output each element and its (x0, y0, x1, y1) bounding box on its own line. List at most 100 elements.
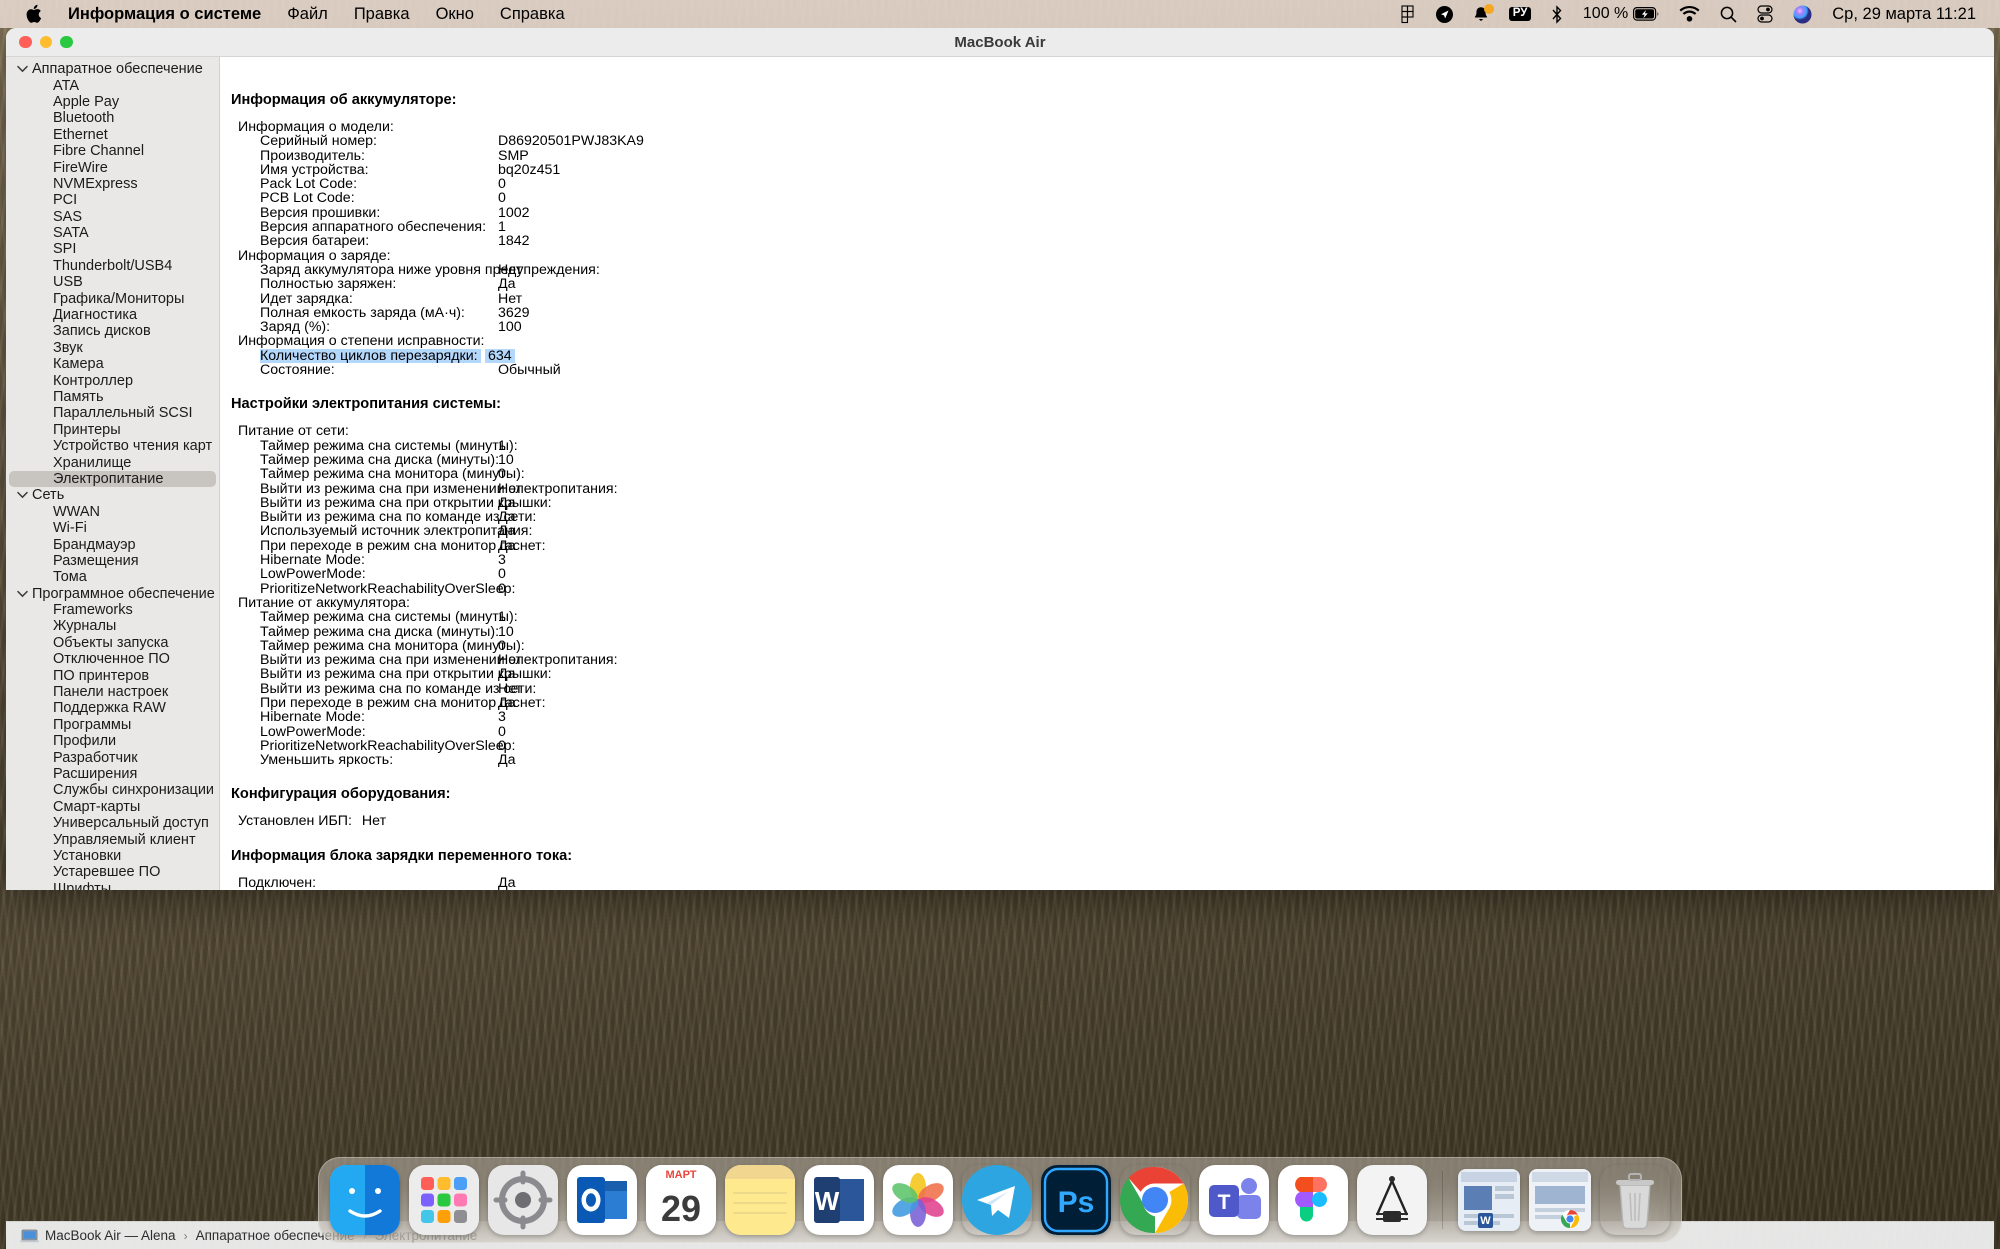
info-row[interactable]: При переходе в режим сна монитор гаснет:… (220, 538, 1994, 553)
chevron-down-icon[interactable] (16, 63, 29, 76)
sidebar-item-профили[interactable]: Профили (6, 733, 219, 749)
info-row[interactable]: Выйти из режима сна при открытии крышки:… (220, 496, 1994, 511)
info-row[interactable]: Установлен ИБП: Нет (220, 814, 1994, 829)
breadcrumb-item-device[interactable]: MacBook Air — Alena (20, 1228, 176, 1243)
menubar-clock[interactable]: Ср, 29 марта 11:21 (1822, 0, 1986, 28)
sidebar-item-объекты-запуска[interactable]: Объекты запуска (6, 635, 219, 651)
info-row[interactable]: Версия батареи: 1842 (220, 234, 1994, 249)
dock-item-circuit-app[interactable] (1357, 1165, 1427, 1235)
sidebar-item-универсальный-доступ[interactable]: Универсальный доступ (6, 815, 219, 831)
battery-status[interactable]: 100 % (1573, 0, 1669, 28)
sidebar-item-устаревшее-по[interactable]: Устаревшее ПО (6, 864, 219, 880)
info-row[interactable]: Версия прошивки: 1002 (220, 205, 1994, 220)
sidebar-item-установки[interactable]: Установки (6, 848, 219, 864)
info-row[interactable]: Выйти из режима сна при открытии крышки:… (220, 667, 1994, 682)
menu-app-name[interactable]: Информация о системе (55, 0, 274, 28)
info-row[interactable]: Таймер режима сна системы (минуты): 1 (220, 610, 1994, 625)
info-row[interactable]: PrioritizeNetworkReachabilityOverSleep: 0 (220, 739, 1994, 754)
info-row[interactable]: Заряд аккумулятора ниже уровня предупреж… (220, 263, 1994, 278)
info-row[interactable]: Hibernate Mode: 3 (220, 553, 1994, 568)
sidebar-item-wi-fi[interactable]: Wi-Fi (6, 520, 219, 536)
info-row[interactable]: PCB Lot Code: 0 (220, 191, 1994, 206)
sidebar-item-устройство-чтения-карт[interactable]: Устройство чтения карт (6, 438, 219, 454)
sidebar-item-ethernet[interactable]: Ethernet (6, 127, 219, 143)
sidebar-item-камера[interactable]: Камера (6, 356, 219, 372)
search-icon[interactable] (1710, 0, 1747, 28)
info-row[interactable]: Состояние: Обычный (220, 363, 1994, 378)
sidebar-item-ata[interactable]: ATA (6, 77, 219, 94)
info-row[interactable]: Производитель: SMP (220, 148, 1994, 163)
info-row[interactable]: Полностью заряжен: Да (220, 277, 1994, 292)
sidebar-item-журналы[interactable]: Журналы (6, 618, 219, 634)
sidebar-item-thunderbolt-usb4[interactable]: Thunderbolt/USB4 (6, 258, 219, 274)
sidebar[interactable]: Аппаратное обеспечение ATA Apple Pay Blueto… (6, 57, 220, 890)
sidebar-item-графика-мониторы[interactable]: Графика/Мониторы (6, 290, 219, 307)
control-center-icon[interactable] (1747, 0, 1783, 28)
dock-item-word[interactable]: W (804, 1165, 874, 1235)
sidebar-item-хранилище[interactable]: Хранилище (6, 454, 219, 471)
dock-item-calendar[interactable]: МАРТ 29 (646, 1165, 716, 1235)
dock-item-notes[interactable] (725, 1165, 795, 1235)
sidebar-item-отключенное-по[interactable]: Отключенное ПО (6, 651, 219, 667)
dock-item-figma[interactable] (1278, 1165, 1348, 1235)
sidebar-item-электропитание[interactable]: Электропитание (9, 470, 216, 488)
info-row[interactable]: Выйти из режима сна при изменении электр… (220, 481, 1994, 496)
info-row[interactable]: LowPowerMode: 0 (220, 724, 1994, 739)
sidebar-item-firewire[interactable]: FireWire (6, 159, 219, 176)
siri-icon[interactable] (1783, 0, 1822, 28)
dock-item-system-settings[interactable] (488, 1165, 558, 1235)
info-row[interactable]: Версия аппаратного обеспечения: 1 (220, 220, 1994, 235)
sidebar-item-брандмауэр[interactable]: Брандмауэр (6, 536, 219, 553)
sidebar-item-поддержка-raw[interactable]: Поддержка RAW (6, 700, 219, 716)
dock-item-chrome[interactable] (1120, 1165, 1190, 1235)
sidebar-item-панели-настроек[interactable]: Панели настроек (6, 684, 219, 700)
info-row[interactable]: Подключен: Да (220, 875, 1994, 890)
dock-item-doc-window-1[interactable]: W (1458, 1169, 1520, 1231)
sidebar-group-0[interactable]: Аппаратное обеспечение (6, 61, 219, 77)
menu-file[interactable]: Файл (274, 0, 341, 28)
sidebar-item-принтеры[interactable]: Принтеры (6, 422, 219, 438)
info-row[interactable]: Выйти из режима сна при изменении электр… (220, 653, 1994, 668)
sidebar-item-диагностика[interactable]: Диагностика (6, 307, 219, 323)
sidebar-item-pci[interactable]: PCI (6, 192, 219, 208)
sidebar-group-2[interactable]: Программное обеспечение (6, 586, 219, 602)
dock-item-teams[interactable]: T (1199, 1165, 1269, 1235)
menu-edit[interactable]: Правка (341, 0, 423, 28)
info-row[interactable]: Заряд (%): 100 (220, 320, 1994, 335)
info-row[interactable]: Количество циклов перезарядки: 634 (220, 348, 1994, 363)
sidebar-item-fibre-channel[interactable]: Fibre Channel (6, 143, 219, 159)
sidebar-item-по-принтеров[interactable]: ПО принтеров (6, 667, 219, 684)
wifi-icon[interactable] (1669, 0, 1710, 28)
location-arrow-icon[interactable] (1426, 0, 1463, 28)
menu-window[interactable]: Окно (423, 0, 487, 28)
sidebar-item-запись-дисков[interactable]: Запись дисков (6, 323, 219, 339)
dock-item-doc-window-2[interactable] (1529, 1169, 1591, 1231)
chevron-down-icon[interactable] (16, 587, 29, 600)
chevron-down-icon[interactable] (16, 489, 29, 502)
info-row[interactable]: Выйти из режима сна по команде из сети: Д… (220, 510, 1994, 525)
bluetooth-icon[interactable] (1541, 0, 1573, 28)
info-row[interactable]: Полная емкость заряда (мА·ч): 3629 (220, 306, 1994, 321)
sidebar-item-nvmexpress[interactable]: NVMExpress (6, 176, 219, 192)
sidebar-item-контроллер[interactable]: Контроллер (6, 372, 219, 389)
info-row[interactable]: Таймер режима сна монитора (минуты): 0 (220, 638, 1994, 653)
sidebar-item-sas[interactable]: SAS (6, 209, 219, 225)
info-row[interactable]: Используемый источник электропитания: Да (220, 524, 1994, 539)
info-row[interactable]: Таймер режима сна системы (минуты): 1 (220, 438, 1994, 453)
sidebar-item-wwan[interactable]: WWAN (6, 504, 219, 520)
info-row[interactable]: Таймер режима сна монитора (минуты): 0 (220, 467, 1994, 482)
sidebar-item-usb[interactable]: USB (6, 274, 219, 290)
menu-help[interactable]: Справка (487, 0, 578, 28)
info-row[interactable]: LowPowerMode: 0 (220, 567, 1994, 582)
sidebar-item-службы-синхронизации[interactable]: Службы синхронизации (6, 782, 219, 798)
dock-item-trash[interactable] (1600, 1165, 1670, 1235)
dock-item-outlook[interactable] (567, 1165, 637, 1235)
sidebar-item-spi[interactable]: SPI (6, 241, 219, 257)
notification-bell-icon[interactable] (1463, 0, 1499, 28)
sidebar-item-программы[interactable]: Программы (6, 717, 219, 733)
figma-icon[interactable] (1391, 0, 1426, 28)
sidebar-item-bluetooth[interactable]: Bluetooth (6, 110, 219, 126)
sidebar-item-управляемый-клиент[interactable]: Управляемый клиент (6, 831, 219, 848)
sidebar-item-разработчик[interactable]: Разработчик (6, 749, 219, 766)
sidebar-group-1[interactable]: Сеть (6, 487, 219, 503)
